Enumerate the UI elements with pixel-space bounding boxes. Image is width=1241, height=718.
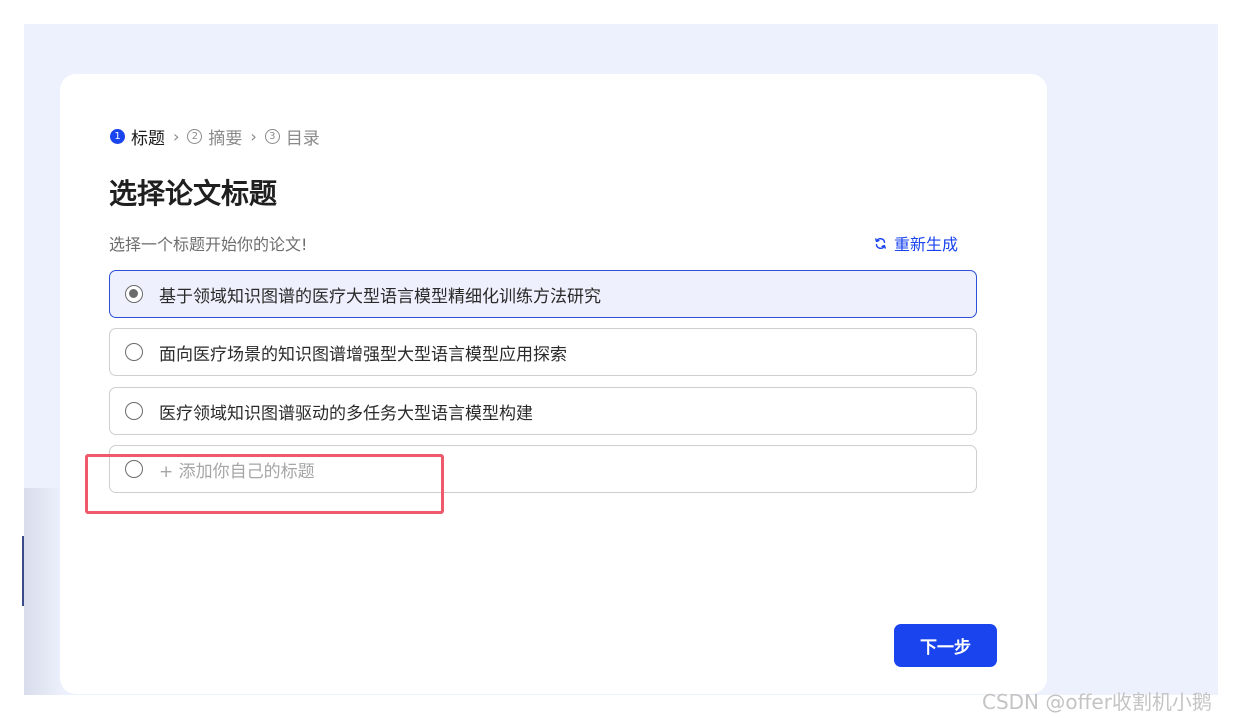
side-panel-edge [22, 536, 24, 606]
title-option-text: 面向医疗场景的知识图谱增强型大型语言模型应用探索 [159, 344, 567, 365]
step-label-abstract: 摘要 [208, 128, 243, 149]
step-label-title: 标题 [131, 128, 165, 149]
step-title[interactable]: 1 标题 [110, 124, 165, 149]
title-option-3[interactable]: 医疗领域知识图谱驱动的多任务大型语言模型构建 [109, 387, 977, 435]
step-abstract[interactable]: 2 摘要 [187, 124, 242, 149]
radio-button[interactable] [125, 460, 143, 478]
radio-button[interactable] [125, 343, 143, 361]
chevron-right-icon: › [250, 126, 257, 146]
step-label-toc: 目录 [285, 128, 320, 149]
dialog-card [60, 74, 1047, 694]
title-option-text: 医疗领域知识图谱驱动的多任务大型语言模型构建 [159, 403, 533, 424]
watermark-text: CSDN @offer收割机小鹅 [982, 690, 1212, 714]
step-number-3: 3 [264, 128, 280, 144]
title-option-text: 基于领域知识图谱的医疗大型语言模型精细化训练方法研究 [159, 286, 601, 307]
regenerate-label: 重新生成 [894, 235, 959, 254]
regenerate-button[interactable]: 重新生成 [874, 231, 958, 255]
page-subtitle: 选择一个标题开始你的论文! [109, 235, 308, 254]
side-panel-shadow [24, 488, 64, 695]
chevron-right-icon: › [173, 126, 180, 146]
radio-button[interactable] [125, 402, 143, 420]
step-toc[interactable]: 3 目录 [264, 124, 320, 149]
step-indicator: 1 标题 › 2 摘要 › 3 目录 [110, 124, 320, 149]
step-number-1: 1 [110, 128, 125, 144]
step-number-2: 2 [187, 128, 203, 144]
next-step-button[interactable]: 下一步 [894, 624, 997, 667]
page-title: 选择论文标题 [109, 177, 278, 210]
radio-button-selected[interactable] [125, 285, 143, 303]
title-option-2[interactable]: 面向医疗场景的知识图谱增强型大型语言模型应用探索 [109, 328, 977, 376]
add-custom-title-option[interactable]: + 添加你自己的标题 [109, 445, 977, 493]
title-option-1[interactable]: 基于领域知识图谱的医疗大型语言模型精细化训练方法研究 [109, 270, 977, 318]
refresh-icon [875, 237, 886, 249]
add-custom-title-placeholder[interactable]: + 添加你自己的标题 [159, 457, 315, 482]
